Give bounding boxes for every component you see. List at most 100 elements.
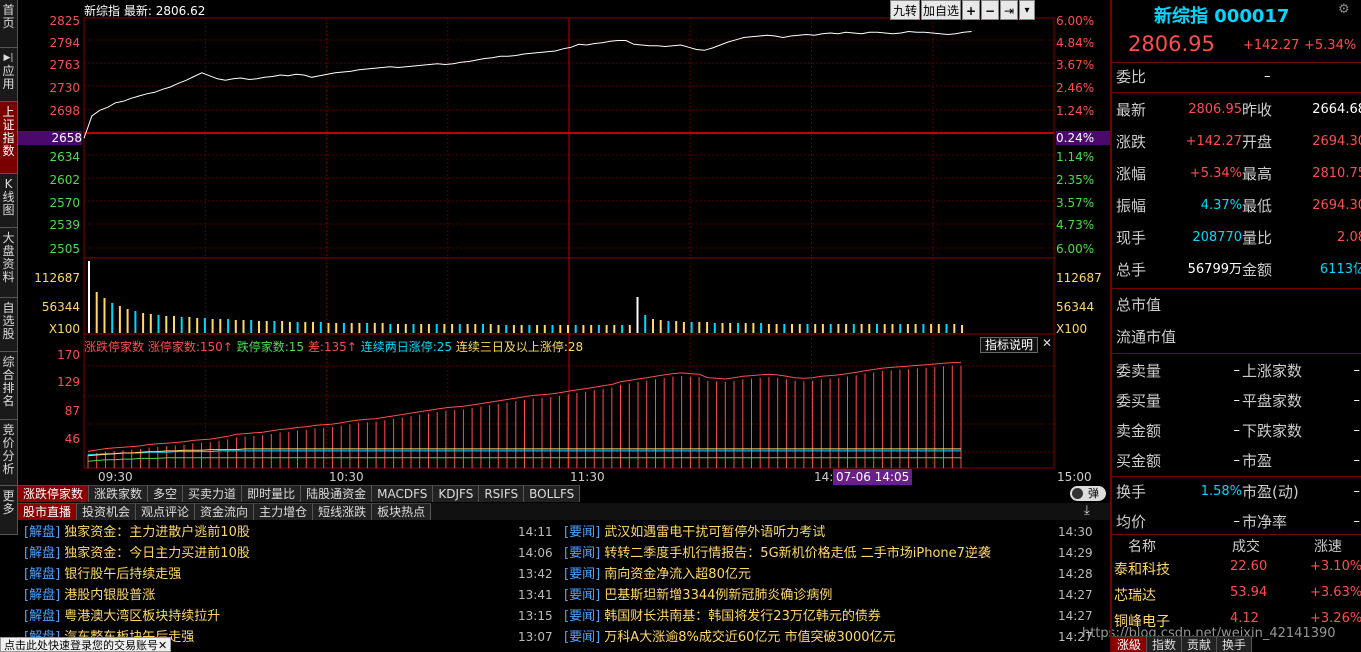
- news-cat: [解盘]: [24, 588, 61, 603]
- volume-bar: [860, 324, 863, 333]
- tab-live[interactable]: 股市直播: [18, 503, 78, 520]
- nav-kline[interactable]: K线图: [0, 174, 17, 228]
- row-label: 换手: [1116, 483, 1147, 501]
- tab-contrib[interactable]: 贡献: [1182, 636, 1218, 652]
- float-value-row: 流通市值: [1114, 321, 1361, 353]
- volume-bar: [775, 324, 778, 333]
- volume-bar: [721, 323, 724, 333]
- stock-list-item[interactable]: 泰和科技 22.60 +3.10%: [1112, 559, 1361, 581]
- jiuzhuan-button[interactable]: 九转: [890, 0, 920, 20]
- volume-bar: [389, 324, 392, 333]
- row-label: 振幅: [1116, 197, 1147, 215]
- row-value: +142.27: [1185, 134, 1242, 149]
- stock-speed: +3.10%: [1310, 559, 1361, 574]
- tab-buy-sell-force[interactable]: 买卖力道: [183, 485, 243, 502]
- tab-short-term[interactable]: 短线涨跌: [313, 503, 373, 520]
- tab-sector-hot[interactable]: 板块热点: [372, 503, 432, 520]
- volume-bar: [211, 319, 214, 333]
- price-label: 2794: [49, 36, 80, 50]
- row-value: 1.58%: [1200, 484, 1242, 499]
- latest-value: 2806.62: [155, 4, 206, 18]
- row-label: 市盈: [1242, 452, 1273, 470]
- volume-bar: [420, 324, 423, 333]
- tab-rsifs[interactable]: RSIFS: [479, 485, 525, 502]
- news-item[interactable]: [要闻] 巴基斯坦新增3344例新冠肺炎确诊病例: [564, 585, 1054, 606]
- latest-label: 最新:: [123, 4, 152, 18]
- time-label: 15:00: [1057, 470, 1092, 484]
- row-value: 208770: [1192, 230, 1242, 245]
- nav-auction[interactable]: 竞价分析: [0, 420, 17, 486]
- download-icon[interactable]: ⤓: [1084, 503, 1090, 518]
- indicator-explain-button[interactable]: 指标说明: [980, 337, 1039, 353]
- zoom-out-button[interactable]: −: [981, 0, 999, 20]
- tab-turnover[interactable]: 换手: [1217, 636, 1253, 652]
- more-dropdown-button[interactable]: ▾: [1019, 0, 1035, 20]
- tab-index[interactable]: 指数: [1147, 636, 1183, 652]
- nav-home[interactable]: 首页: [0, 0, 17, 48]
- price-label: 2825: [49, 14, 80, 28]
- col-header-name[interactable]: 名称: [1128, 536, 1156, 556]
- volume-bar: [551, 325, 554, 333]
- col-header-price[interactable]: 成交: [1232, 536, 1260, 556]
- volume-bar: [88, 261, 90, 333]
- volume-bar: [837, 324, 840, 333]
- tab-capital-flow[interactable]: 资金流向: [195, 503, 255, 520]
- popup-toggle[interactable]: 弹: [1070, 486, 1106, 501]
- news-cat: [要闻]: [564, 609, 601, 624]
- news-item[interactable]: [解盘] 粤港澳大湾区板块持续拉升: [24, 606, 220, 627]
- tab-limit-counts[interactable]: 涨跌停家数: [18, 485, 90, 502]
- news-item[interactable]: [要闻] 万科A大涨逾8%成交近60亿元 市值突破3000亿元: [564, 627, 1054, 648]
- row-value: –: [1353, 423, 1361, 438]
- nav-ranking[interactable]: 综合排名: [0, 352, 17, 420]
- news-item[interactable]: [解盘] 港股内银股普涨: [24, 585, 155, 606]
- volume-bar: [536, 325, 539, 333]
- tab-northbound[interactable]: 陆股通资金: [301, 485, 373, 502]
- stock-price: 53.94: [1230, 585, 1268, 600]
- news-item[interactable]: [要闻] 转转二季度手机行情报告：5G新机价格走低 二手市场iPhone7逆袭: [564, 543, 1054, 564]
- divider: [1112, 353, 1361, 354]
- login-tip[interactable]: 点击此处快速登录您的交易账号✕: [0, 637, 172, 652]
- zoom-in-button[interactable]: +: [962, 0, 980, 20]
- tab-volume-ratio[interactable]: 即时量比: [242, 485, 302, 502]
- tab-opinion[interactable]: 观点评论: [136, 503, 196, 520]
- nav-sh-index[interactable]: 上证指数: [0, 102, 17, 174]
- nav-apps[interactable]: ▶| 应用: [0, 48, 17, 102]
- login-close-icon[interactable]: ✕: [158, 639, 167, 652]
- settings-gear-icon[interactable]: ⚙: [1338, 2, 1350, 17]
- news-cat: [解盘]: [24, 609, 61, 624]
- col-header-speed[interactable]: 涨速: [1314, 536, 1342, 556]
- tab-updown-counts[interactable]: 涨跌家数: [89, 485, 149, 502]
- news-item[interactable]: [解盘] 银行股午后持续走强: [24, 564, 181, 585]
- volume-bar: [95, 292, 98, 333]
- expand-button[interactable]: ⇥: [1000, 0, 1018, 20]
- price-label: 2505: [49, 242, 80, 256]
- stock-list-item[interactable]: 铜峰电子 4.12 +3.26%: [1112, 611, 1361, 633]
- tab-kdjfs[interactable]: KDJFS: [433, 485, 480, 502]
- volume-bar: [682, 322, 685, 333]
- volume-bar: [605, 325, 608, 333]
- news-item[interactable]: [要闻] 武汉如遇雷电干扰可暂停外语听力考试: [564, 522, 1054, 543]
- volume-bar: [845, 324, 848, 333]
- tab-main-increase[interactable]: 主力增仓: [254, 503, 314, 520]
- tab-opportunity[interactable]: 投资机会: [77, 503, 137, 520]
- tab-rise[interactable]: 涨級: [1112, 636, 1148, 652]
- tab-bollfs[interactable]: BOLLFS: [524, 485, 581, 502]
- volume-bar: [937, 324, 940, 333]
- tab-long-short[interactable]: 多空: [148, 485, 184, 502]
- news-item[interactable]: [要闻] 南向资金净流入超80亿元: [564, 564, 1054, 585]
- indicator-close-icon[interactable]: ✕: [1042, 336, 1052, 350]
- news-item[interactable]: [解盘] 独家资金：主力进散户逃前10股: [24, 522, 250, 543]
- tab-macdfs[interactable]: MACDFS: [372, 485, 434, 502]
- nav-watchlist[interactable]: 自选股: [0, 298, 17, 352]
- volume-bar: [883, 324, 886, 333]
- row-label: 昨收: [1242, 101, 1273, 119]
- stock-list-item[interactable]: 芯瑞达 53.94 +3.63%: [1112, 585, 1361, 607]
- chart-canvas[interactable]: [18, 0, 1110, 484]
- news-title: 独家资金：今日主力买进前10股: [64, 546, 250, 561]
- news-item[interactable]: [要闻] 韩国财长洪南基：韩国将发行23万亿韩元的债券: [564, 606, 1054, 627]
- add-watch-button[interactable]: 加自选: [921, 0, 961, 20]
- volume-bar: [930, 324, 933, 333]
- nav-market-data[interactable]: 大盘资料: [0, 228, 17, 298]
- nav-more[interactable]: 更多: [0, 486, 17, 535]
- news-item[interactable]: [解盘] 独家资金：今日主力买进前10股: [24, 543, 250, 564]
